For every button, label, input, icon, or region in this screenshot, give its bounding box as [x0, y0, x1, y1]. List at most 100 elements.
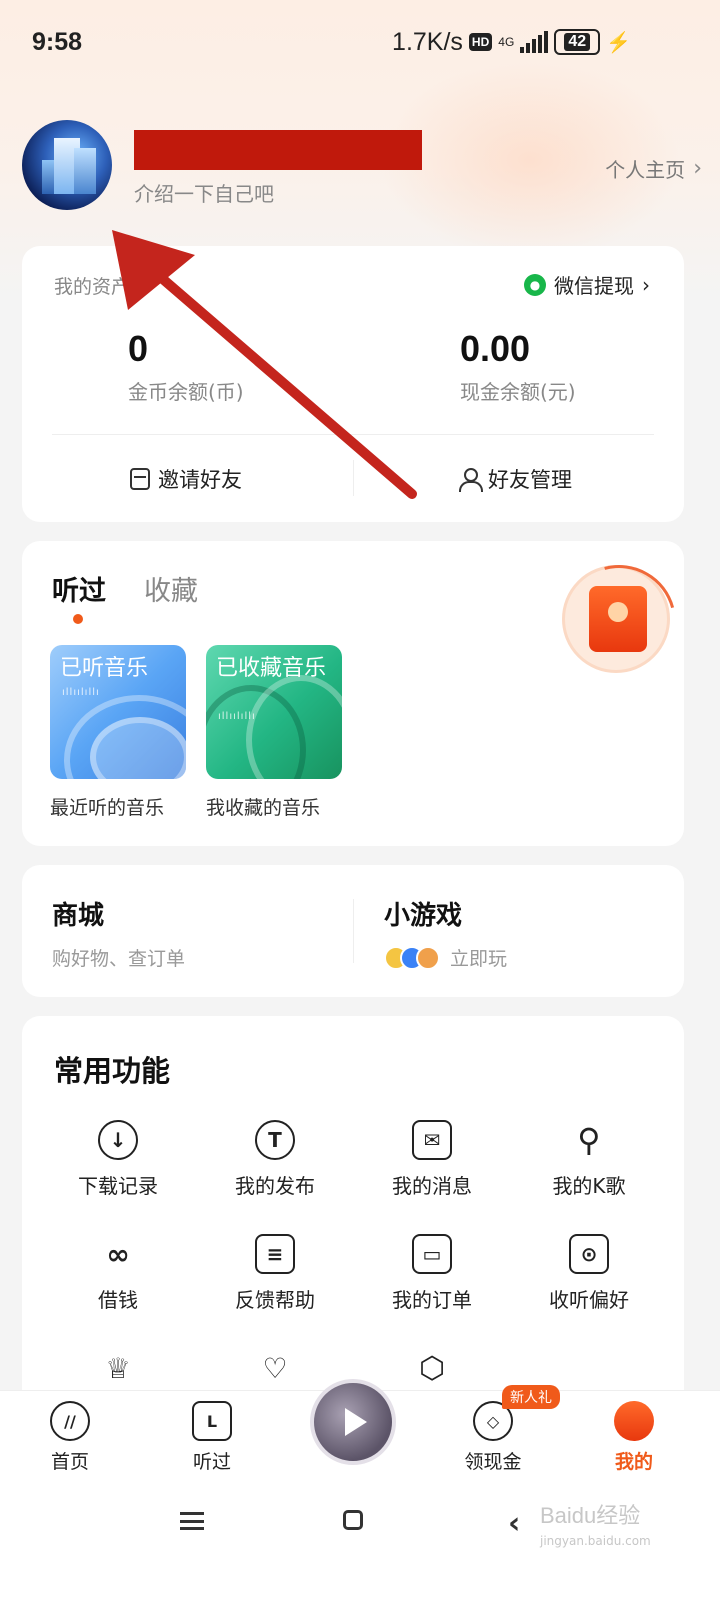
coin-balance[interactable]: 0 金币余额(币) — [128, 328, 244, 405]
cash-balance[interactable]: 0.00 现金余额(元) — [460, 328, 576, 405]
avatar[interactable] — [22, 120, 112, 210]
battery-icon: 42 — [554, 29, 601, 55]
chevron-right-icon: › — [642, 272, 650, 297]
divider — [353, 899, 354, 963]
homepage-link[interactable]: 个人主页 › — [605, 154, 702, 183]
friend-management-button[interactable]: 好友管理 — [458, 464, 572, 494]
now-playing-button[interactable] — [310, 1379, 396, 1465]
tab-home[interactable]: // 首页 — [20, 1401, 120, 1474]
borrow-icon: ∞ — [106, 1237, 130, 1271]
home-square-icon[interactable] — [343, 1510, 363, 1530]
feature-label: 我的订单 — [392, 1288, 472, 1312]
wechat-withdraw-label: 微信提现 — [554, 274, 634, 298]
common-features-card: 常用功能 ↓ 下载记录 T 我的发布 ✉ 我的消息 ⚲ 我的K歌 ∞ 借钱 ≡ … — [22, 1016, 684, 1436]
person-icon — [458, 468, 483, 492]
borrow-money-button[interactable]: ∞ 借钱 — [48, 1234, 188, 1313]
vip-button[interactable]: ♕ — [48, 1348, 188, 1388]
features-title: 常用功能 — [54, 1054, 171, 1088]
chevron-right-icon: › — [693, 156, 702, 181]
assets-title: 我的资产 — [54, 276, 131, 298]
games-title: 小游戏 — [384, 901, 463, 931]
assets-card: 我的资产 ● 微信提现 › 0 金币余额(币) 0.00 现金余额(元) 邀请好… — [22, 246, 684, 522]
tab-label: 听过 — [192, 1451, 231, 1473]
feature-label: 收听偏好 — [549, 1288, 629, 1312]
back-icon[interactable]: ‹ — [508, 1506, 520, 1541]
divider — [52, 434, 654, 435]
my-publish-button[interactable]: T 我的发布 — [205, 1120, 345, 1199]
red-packet-icon — [589, 586, 647, 652]
tab-listened[interactable]: 听过 — [52, 569, 106, 608]
cash-value: 0.00 — [460, 328, 531, 369]
profile-header: 介绍一下自己吧 个人主页 › — [22, 120, 702, 220]
mall-title: 商城 — [52, 901, 105, 931]
watermark: Baidu经验 — [540, 1503, 641, 1528]
cash-label: 现金余额(元) — [460, 380, 576, 404]
tab-favorites[interactable]: 收藏 — [144, 569, 198, 608]
signal-icon — [520, 31, 549, 53]
new-user-gift-badge: 新人礼 — [502, 1385, 560, 1409]
favorited-music-tile[interactable]: 已收藏音乐 ıllıılıllı — [206, 645, 342, 779]
status-indicators: 1.7K/s HD 4G 42 ⚡ — [392, 28, 631, 57]
feature-label: 下载记录 — [78, 1174, 158, 1198]
invite-label: 邀请好友 — [158, 468, 242, 492]
waveform-icon: ıllıılıllı — [218, 711, 256, 722]
status-time: 9:58 — [32, 27, 83, 56]
active-tab-indicator — [73, 614, 83, 624]
username-redacted — [134, 130, 422, 170]
system-nav-bar: ‹ Baidu经验 jingyan.baidu.com — [0, 1490, 720, 1600]
tab-label: 我的 — [614, 1451, 653, 1473]
download-records-button[interactable]: ↓ 下载记录 — [48, 1120, 188, 1199]
shop-games-card: 商城 购好物、查订单 小游戏 立即玩 — [22, 865, 684, 997]
settings-button[interactable]: ⬡ — [362, 1348, 502, 1388]
listening-preference-button[interactable]: ⊙ 收听偏好 — [519, 1234, 659, 1313]
settings-hex-icon: ⬡ — [418, 1350, 446, 1386]
heart-wave-button[interactable]: ♡ — [205, 1348, 345, 1388]
listened-music-tile[interactable]: 已听音乐 ıllıılıllı — [50, 645, 186, 779]
profile-bio[interactable]: 介绍一下自己吧 — [134, 178, 274, 207]
tab-label: 领现金 — [464, 1451, 522, 1473]
tile-caption[interactable]: 我收藏的音乐 — [206, 793, 320, 820]
feature-label: 我的发布 — [235, 1174, 315, 1198]
net-speed: 1.7K/s — [392, 27, 463, 56]
mall-entry[interactable]: 商城 购好物、查订单 — [52, 895, 185, 971]
listen-card: 听过 收藏 已听音乐 ıllıılıllı 已收藏音乐 ıllıılıllı 最… — [22, 541, 684, 846]
my-messages-button[interactable]: ✉ 我的消息 — [362, 1120, 502, 1199]
waveform-icon: ıllıılıllı — [62, 687, 100, 698]
my-orders-button[interactable]: ▭ 我的订单 — [362, 1234, 502, 1313]
homepage-label: 个人主页 — [605, 158, 686, 182]
tile-title: 已听音乐 — [60, 656, 149, 681]
bottom-tab-bar: // 首页 L 听过 ◇ 领现金 新人礼 我的 — [0, 1379, 720, 1490]
coin-value: 0 — [128, 328, 149, 369]
me-icon — [614, 1401, 654, 1441]
tab-me[interactable]: 我的 — [584, 1401, 684, 1474]
game-avatars — [384, 945, 444, 970]
red-packet-button[interactable] — [562, 565, 670, 673]
preference-icon: ⊙ — [569, 1234, 609, 1274]
invite-friends-button[interactable]: 邀请好友 — [130, 464, 242, 494]
crown-icon: ♕ — [105, 1351, 131, 1385]
order-icon: ▭ — [412, 1234, 452, 1274]
wechat-withdraw-button[interactable]: ● 微信提现 › — [524, 270, 650, 299]
tab-history[interactable]: L 听过 — [162, 1401, 262, 1474]
heart-wave-icon: ♡ — [262, 1351, 288, 1385]
karaoke-search-icon: ⚲ — [577, 1121, 601, 1159]
charging-icon: ⚡ — [606, 31, 632, 54]
games-subtitle: 立即玩 — [450, 948, 508, 970]
play-icon — [345, 1408, 367, 1436]
invite-icon — [130, 468, 150, 490]
tab-get-cash[interactable]: ◇ 领现金 — [443, 1401, 543, 1474]
mini-games-entry[interactable]: 小游戏 立即玩 — [384, 895, 507, 971]
coin-label: 金币余额(币) — [128, 380, 244, 404]
wechat-icon: ● — [524, 273, 546, 296]
friends-label: 好友管理 — [488, 468, 572, 492]
home-icon: // — [50, 1401, 90, 1441]
history-icon: L — [192, 1401, 232, 1441]
download-icon: ↓ — [98, 1120, 138, 1160]
tile-caption[interactable]: 最近听的音乐 — [50, 793, 164, 820]
feedback-help-button[interactable]: ≡ 反馈帮助 — [205, 1234, 345, 1313]
my-karaoke-button[interactable]: ⚲ 我的K歌 — [519, 1120, 659, 1199]
menu-icon[interactable] — [180, 1512, 204, 1530]
network-type: 4G — [498, 35, 515, 49]
message-icon: ✉ — [412, 1120, 452, 1160]
status-bar: 9:58 1.7K/s HD 4G 42 ⚡ — [0, 0, 720, 84]
